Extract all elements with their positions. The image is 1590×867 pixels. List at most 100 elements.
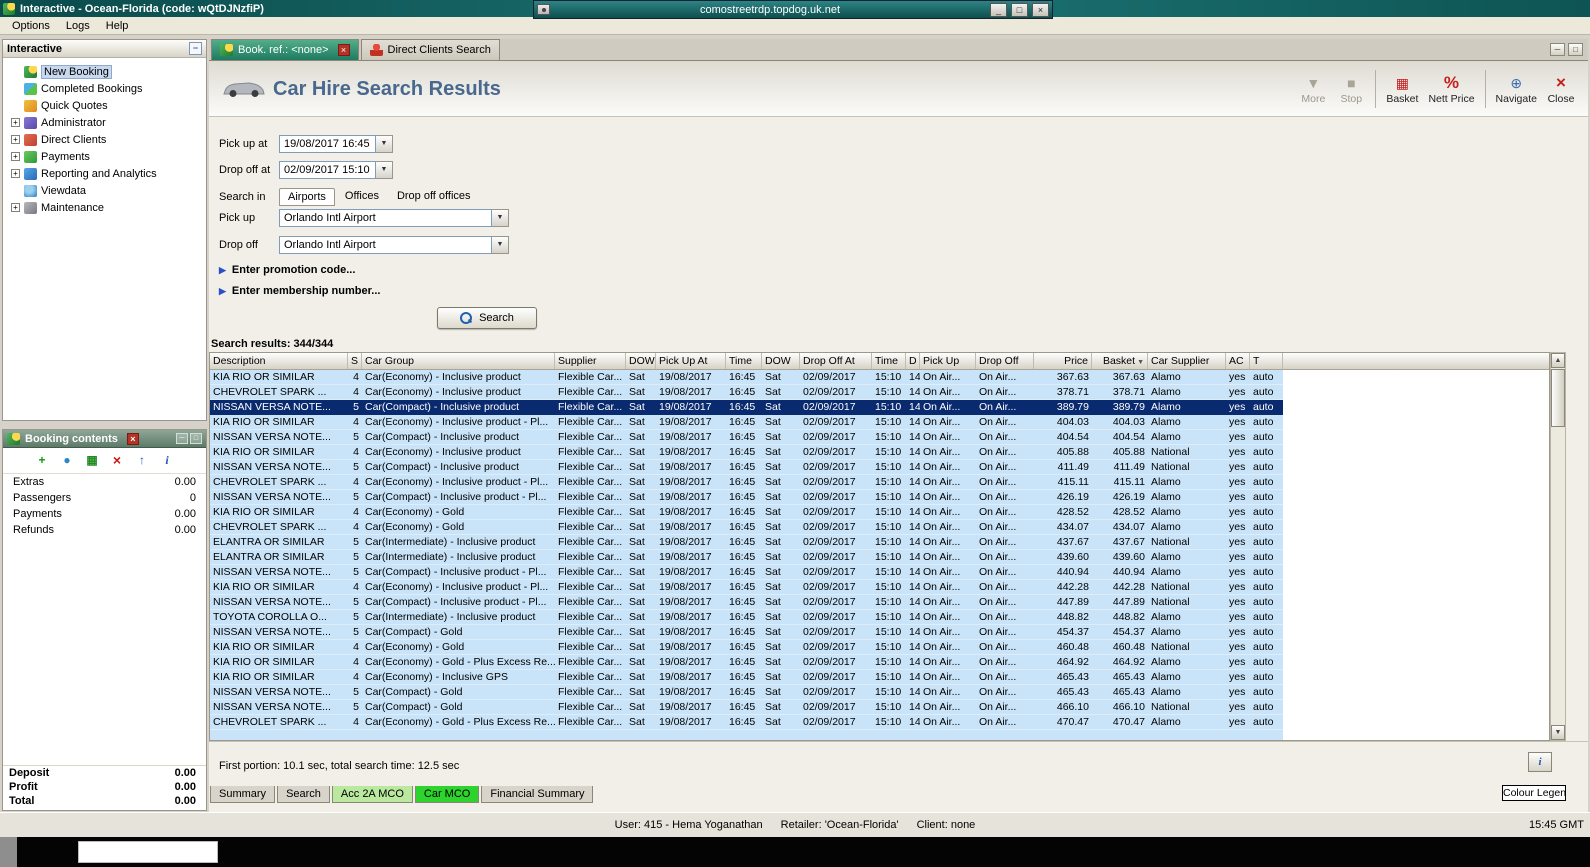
chevron-down-icon[interactable]: ▼ xyxy=(492,236,509,254)
result-row[interactable]: ELANTRA OR SIMILAR 5 Car(Intermediate) - I… xyxy=(210,535,1283,550)
info-icon[interactable]: i xyxy=(1528,752,1552,772)
colour-legend-button[interactable]: Colour Legend xyxy=(1502,785,1566,801)
sidebar-item-viewdata[interactable]: +Viewdata xyxy=(3,182,206,199)
sidebar-item-new-booking[interactable]: +New Booking xyxy=(3,63,206,80)
scrollbar-thumb[interactable] xyxy=(1551,369,1565,427)
column-header-time-6[interactable]: Time xyxy=(726,353,762,369)
result-row[interactable]: CHEVROLET SPARK ... 4 Car(Economy) - Gold F… xyxy=(210,520,1283,535)
result-row[interactable]: CHEVROLET SPARK ... 4 Car(Economy) - Inclu… xyxy=(210,385,1283,400)
close-tab-icon[interactable]: × xyxy=(337,44,350,56)
search-button[interactable]: Search xyxy=(437,307,537,329)
rdp-restore-button[interactable]: □ xyxy=(1011,2,1028,17)
result-row[interactable]: NISSAN VERSA NOTE... 5 Car(Compact) - Gold… xyxy=(210,700,1283,715)
sidebar-item-quick-quotes[interactable]: +Quick Quotes xyxy=(3,97,206,114)
search-in-airports[interactable]: Airports xyxy=(279,188,335,206)
pick-up-select[interactable]: Orlando Intl Airport xyxy=(279,209,492,227)
pick-up-at-input[interactable]: 19/08/2017 16:45 xyxy=(279,135,376,153)
column-header-price-13[interactable]: Price xyxy=(1034,353,1092,369)
column-header-description-0[interactable]: Description xyxy=(210,353,348,369)
menu-help[interactable]: Help xyxy=(98,18,137,34)
vertical-scrollbar[interactable]: ▲ ▼ xyxy=(1550,352,1566,741)
column-header-drop-off-12[interactable]: Drop Off xyxy=(976,353,1034,369)
tab-book-ref-none[interactable]: Book. ref.: <none> × xyxy=(211,39,359,60)
result-row[interactable]: TOYOTA COROLLA O... 5 Car(Intermediate) - … xyxy=(210,610,1283,625)
menu-logs[interactable]: Logs xyxy=(58,18,98,34)
more-button[interactable]: ▼ More xyxy=(1294,73,1332,106)
scroll-up-icon[interactable]: ▲ xyxy=(1551,353,1565,368)
result-row[interactable]: KIA RIO OR SIMILAR 4 Car(Economy) - Inclus… xyxy=(210,415,1283,430)
sidebar-item-administrator[interactable]: + Administrator xyxy=(3,114,206,131)
window-minimize-icon[interactable]: ─ xyxy=(1550,43,1565,56)
menu-options[interactable]: Options xyxy=(4,18,58,34)
column-header-s-1[interactable]: S xyxy=(348,353,362,369)
footer-tab-financial-summary[interactable]: Financial Summary xyxy=(481,786,594,803)
panel-minimize-icon[interactable]: ─ xyxy=(176,433,188,444)
column-header-supplier-3[interactable]: Supplier xyxy=(555,353,626,369)
world-icon[interactable]: ● xyxy=(59,453,75,469)
sidebar-item-reporting-and-analytics[interactable]: + Reporting and Analytics xyxy=(3,165,206,182)
drop-off-at-input[interactable]: 02/09/2017 15:10 xyxy=(279,161,376,179)
basket-button[interactable]: ▦ Basket xyxy=(1381,73,1423,106)
footer-tab-car-mco[interactable]: Car MCO xyxy=(414,786,480,803)
result-row[interactable]: NISSAN VERSA NOTE... 5 Car(Compact) - Incl… xyxy=(210,490,1283,505)
taskbar-search-box[interactable] xyxy=(78,841,218,863)
footer-tab-search[interactable]: Search xyxy=(277,786,330,803)
pin-icon[interactable] xyxy=(537,4,550,15)
result-row[interactable]: NISSAN VERSA NOTE... 5 Car(Compact) - Incl… xyxy=(210,595,1283,610)
promotion-code-expander[interactable]: ▶ Enter promotion code... xyxy=(219,264,355,276)
chevron-down-icon[interactable]: ▼ xyxy=(492,209,509,227)
chevron-down-icon[interactable]: ▼ xyxy=(376,161,393,179)
drop-off-select[interactable]: Orlando Intl Airport xyxy=(279,236,492,254)
column-header-dow-4[interactable]: DOW xyxy=(626,353,656,369)
footer-tab-acc-2a-mco[interactable]: Acc 2A MCO xyxy=(331,786,413,803)
column-header-pick-up-at-5[interactable]: Pick Up At xyxy=(656,353,726,369)
result-row[interactable]: KIA RIO OR SIMILAR 4 Car(Economy) - Gold Fl… xyxy=(210,640,1283,655)
sidebar-item-maintenance[interactable]: + Maintenance xyxy=(3,199,206,216)
add-icon[interactable]: + xyxy=(34,453,50,469)
result-row[interactable]: CHEVROLET SPARK ... 4 Car(Economy) - Gold … xyxy=(210,715,1283,730)
result-row[interactable]: NISSAN VERSA NOTE... 5 Car(Compact) - Incl… xyxy=(210,565,1283,580)
result-row[interactable]: CHEVROLET SPARK ... 4 Car(Economy) - Inclu… xyxy=(210,475,1283,490)
result-row[interactable]: KIA RIO OR SIMILAR 4 Car(Economy) - Gold Fl… xyxy=(210,505,1283,520)
membership-number-expander[interactable]: ▶ Enter membership number... xyxy=(219,285,380,297)
close-button[interactable]: × Close xyxy=(1542,73,1580,106)
column-header-drop-off-at-8[interactable]: Drop Off At xyxy=(800,353,872,369)
scroll-down-icon[interactable]: ▼ xyxy=(1551,725,1565,740)
column-header-car-supplier-15[interactable]: Car Supplier xyxy=(1148,353,1226,369)
result-row[interactable]: KIA RIO OR SIMILAR 4 Car(Economy) - Gold -… xyxy=(210,655,1283,670)
column-header-dow-7[interactable]: DOW xyxy=(762,353,800,369)
delete-icon[interactable]: × xyxy=(109,452,125,469)
stop-button[interactable]: ■ Stop xyxy=(1332,73,1370,106)
column-header-time-9[interactable]: Time xyxy=(872,353,906,369)
close-booking-panel-icon[interactable]: × xyxy=(126,432,139,445)
column-header-basket-14[interactable]: Basket ▼ xyxy=(1092,353,1148,369)
result-row[interactable]: NISSAN VERSA NOTE... 5 Car(Compact) - Gold… xyxy=(210,685,1283,700)
tab-direct-clients-search[interactable]: Direct Clients Search xyxy=(360,39,500,60)
rdp-close-button[interactable]: × xyxy=(1032,2,1049,17)
expand-icon[interactable]: + xyxy=(11,203,20,212)
result-row[interactable]: NISSAN VERSA NOTE... 5 Car(Compact) - Incl… xyxy=(210,400,1283,415)
sidebar-item-direct-clients[interactable]: + Direct Clients xyxy=(3,131,206,148)
collapse-panel-icon[interactable]: − xyxy=(189,42,202,55)
search-in-offices[interactable]: Offices xyxy=(337,188,387,206)
column-header-d-10[interactable]: D xyxy=(906,353,920,369)
sidebar-item-payments[interactable]: + Payments xyxy=(3,148,206,165)
result-row[interactable]: NISSAN VERSA NOTE... 5 Car(Compact) - Gold… xyxy=(210,625,1283,640)
result-row[interactable]: KIA RIO OR SIMILAR 4 Car(Economy) - Inclus… xyxy=(210,445,1283,460)
result-row[interactable]: NISSAN VERSA NOTE... 5 Car(Compact) - Incl… xyxy=(210,460,1283,475)
result-row-partial[interactable] xyxy=(210,730,1283,740)
info-icon[interactable]: i xyxy=(159,453,175,469)
search-in-drop-off-offices[interactable]: Drop off offices xyxy=(389,188,479,206)
expand-icon[interactable]: + xyxy=(11,118,20,127)
column-header-t-17[interactable]: T xyxy=(1250,353,1283,369)
navigate-button[interactable]: ⊕ Navigate xyxy=(1491,73,1542,106)
result-row[interactable]: NISSAN VERSA NOTE... 5 Car(Compact) - Incl… xyxy=(210,430,1283,445)
expand-icon[interactable]: + xyxy=(11,169,20,178)
expand-icon[interactable]: + xyxy=(11,152,20,161)
chevron-down-icon[interactable]: ▼ xyxy=(376,135,393,153)
result-row[interactable]: KIA RIO OR SIMILAR 4 Car(Economy) - Inclus… xyxy=(210,370,1283,385)
expand-icon[interactable]: + xyxy=(11,135,20,144)
up-icon[interactable]: ↑ xyxy=(134,453,150,469)
window-restore-icon[interactable]: □ xyxy=(1568,43,1583,56)
rdp-minimize-button[interactable]: _ xyxy=(990,2,1007,17)
